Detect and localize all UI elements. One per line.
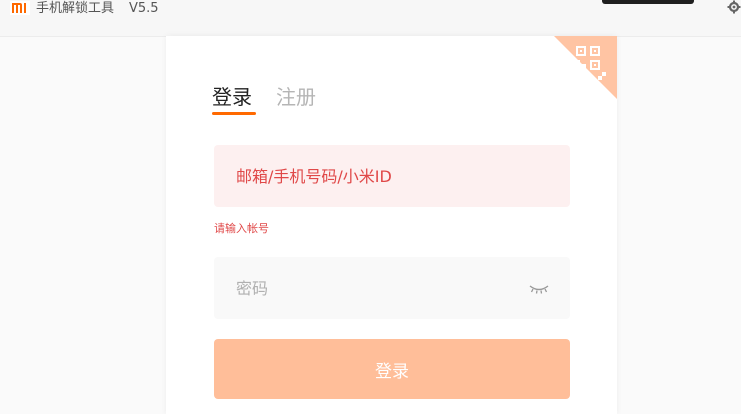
qr-code-icon[interactable] — [554, 36, 617, 99]
app-title: 手机解锁工具 — [36, 1, 115, 16]
account-field[interactable] — [214, 145, 570, 207]
window-control-strip[interactable] — [602, 0, 694, 4]
mi-logo-icon — [10, 1, 30, 15]
login-card: 登录 注册 请输入帐号 登录 — [166, 36, 617, 414]
account-input[interactable] — [234, 165, 550, 187]
eye-closed-icon[interactable] — [528, 283, 550, 295]
title-bar: 手机解锁工具 V5.5 — [0, 0, 741, 37]
tab-register[interactable]: 注册 — [276, 84, 316, 110]
password-field[interactable] — [214, 257, 570, 319]
active-tab-indicator — [212, 112, 256, 115]
gear-icon[interactable] — [727, 0, 741, 14]
tab-login[interactable]: 登录 — [212, 84, 252, 110]
password-input[interactable] — [234, 277, 550, 299]
account-error-message: 请输入帐号 — [214, 222, 269, 235]
app-version: V5.5 — [129, 1, 159, 16]
login-submit-button[interactable]: 登录 — [214, 339, 570, 399]
